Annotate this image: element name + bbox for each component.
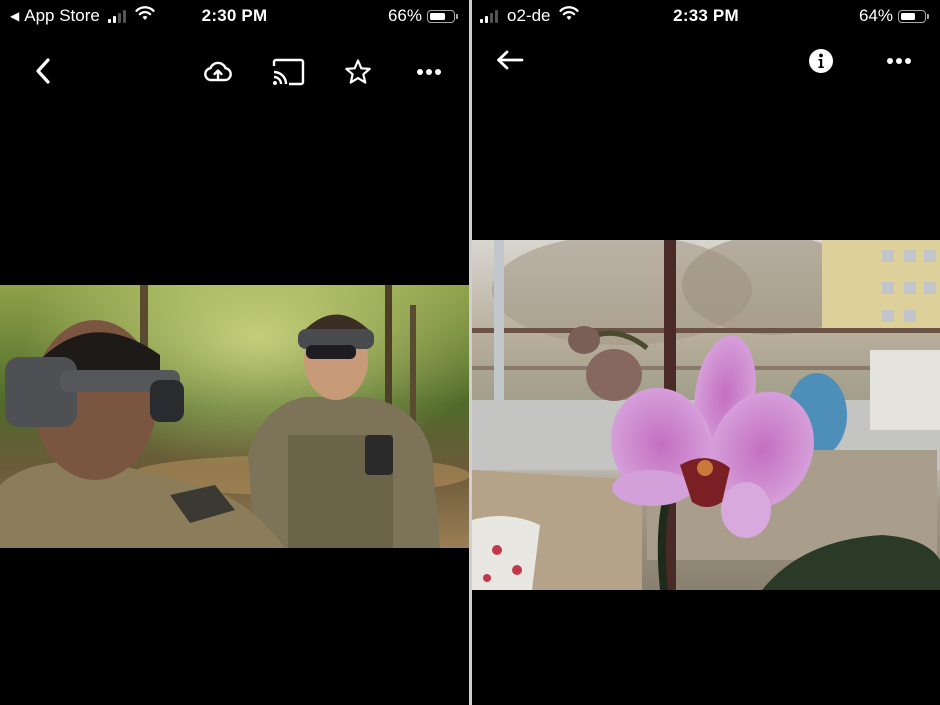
right-screen: o2-de 2:33 PM 64%	[472, 0, 940, 705]
photo-soldiers-headsets[interactable]	[0, 285, 469, 548]
photo-image	[0, 285, 469, 548]
info-button[interactable]	[806, 46, 836, 76]
battery-icon	[427, 9, 458, 23]
back-button[interactable]	[28, 56, 58, 86]
upload-to-cloud-button[interactable]	[200, 58, 236, 86]
back-button[interactable]	[492, 46, 528, 74]
favorite-button[interactable]	[342, 57, 374, 87]
arrow-left-icon	[497, 50, 524, 70]
more-horizontal-icon	[887, 58, 911, 64]
chevron-left-icon	[36, 58, 50, 84]
status-bar: o2-de 2:33 PM 64%	[472, 0, 940, 32]
cast-icon	[272, 58, 305, 86]
status-bar-right: 64%	[858, 6, 929, 26]
status-bar: ◀ App Store 2:30 PM 66%	[0, 0, 469, 32]
battery-icon	[898, 9, 929, 23]
more-options-button[interactable]	[882, 49, 916, 73]
photo-orchid[interactable]	[472, 240, 940, 590]
photo-image	[472, 240, 940, 590]
more-options-button[interactable]	[412, 60, 446, 84]
cast-button[interactable]	[270, 57, 306, 87]
status-bar-right: 66%	[387, 6, 458, 26]
info-circle-icon	[809, 49, 833, 73]
more-horizontal-icon	[417, 69, 441, 75]
battery-percent: 66%	[387, 6, 422, 25]
battery-percent: 64%	[858, 6, 893, 25]
cloud-upload-icon	[204, 61, 232, 82]
left-screen: ◀ App Store 2:30 PM 66%	[0, 0, 469, 705]
star-outline-icon	[345, 59, 371, 84]
